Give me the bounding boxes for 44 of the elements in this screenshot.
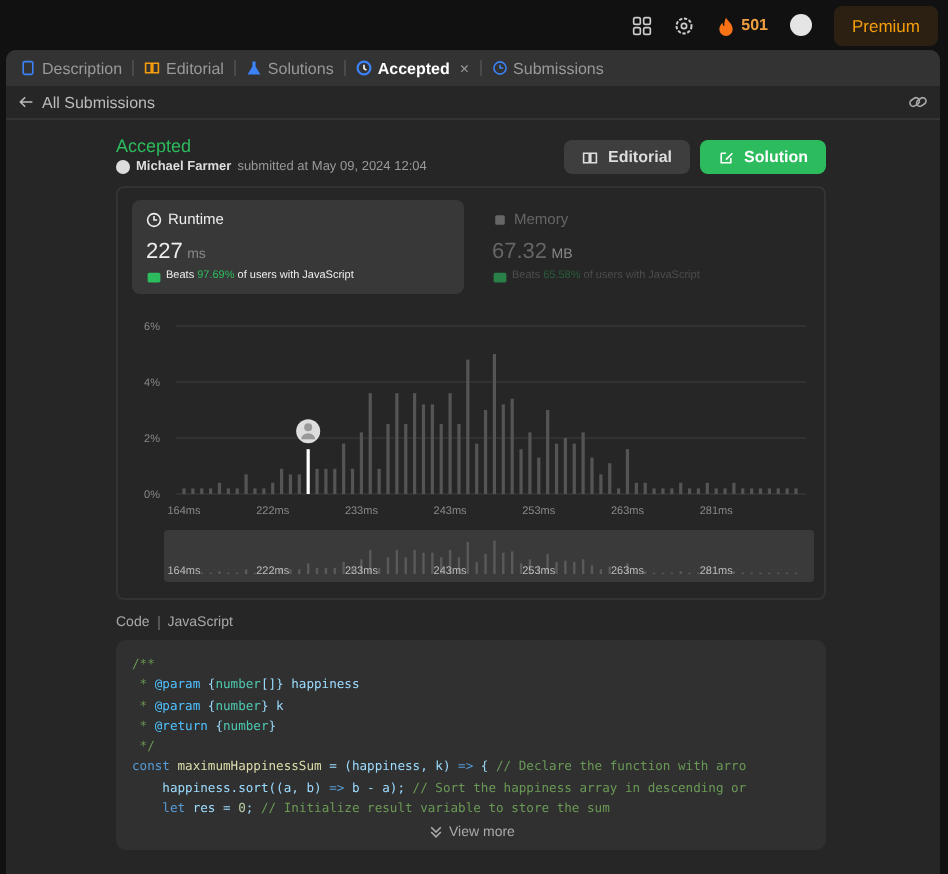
stat-value: 67.32	[492, 240, 548, 264]
edit-icon	[718, 149, 734, 165]
back-arrow-icon	[18, 94, 34, 110]
tab[interactable]: Description	[16, 59, 127, 77]
badge-icon	[492, 268, 508, 284]
streak-count: 501	[741, 16, 768, 34]
premium-button[interactable]: Premium	[833, 5, 938, 45]
chevron-down-icon	[427, 824, 444, 841]
bar	[217, 482, 222, 494]
grid-icon[interactable]	[631, 15, 652, 35]
history-icon	[491, 60, 508, 76]
settings-icon[interactable]	[673, 15, 694, 35]
clock-icon	[146, 211, 162, 227]
bar	[687, 488, 692, 494]
bar	[696, 488, 701, 494]
bar	[554, 443, 559, 494]
tab[interactable]: Submissions	[487, 59, 608, 77]
clock-icon	[355, 60, 372, 76]
editorial-button[interactable]: Editorial	[563, 140, 690, 174]
tab[interactable]: Solutions	[241, 59, 338, 77]
bar	[288, 474, 293, 494]
doc-icon	[20, 60, 36, 76]
avatar[interactable]	[789, 14, 812, 36]
bar	[625, 449, 630, 494]
bar	[350, 468, 355, 494]
bar	[492, 354, 497, 494]
bar	[483, 410, 488, 494]
avatar-marker	[296, 419, 321, 444]
flame-icon	[715, 15, 736, 35]
status-text: Accepted	[116, 136, 194, 156]
bar	[279, 468, 284, 494]
badge-icon	[146, 268, 162, 284]
flask-icon	[245, 60, 262, 76]
book-icon	[581, 149, 598, 165]
bar	[758, 488, 763, 494]
link-icon[interactable]	[908, 92, 928, 112]
tab[interactable]: Editorial	[140, 59, 228, 77]
book-icon	[144, 60, 161, 76]
avatar	[116, 160, 130, 174]
stat-value: 227	[146, 240, 183, 264]
all-submissions-link[interactable]: All Submissions	[18, 93, 155, 111]
bar	[421, 404, 426, 494]
chip-icon	[492, 211, 508, 227]
tab[interactable]: Accepted ×	[351, 59, 474, 77]
